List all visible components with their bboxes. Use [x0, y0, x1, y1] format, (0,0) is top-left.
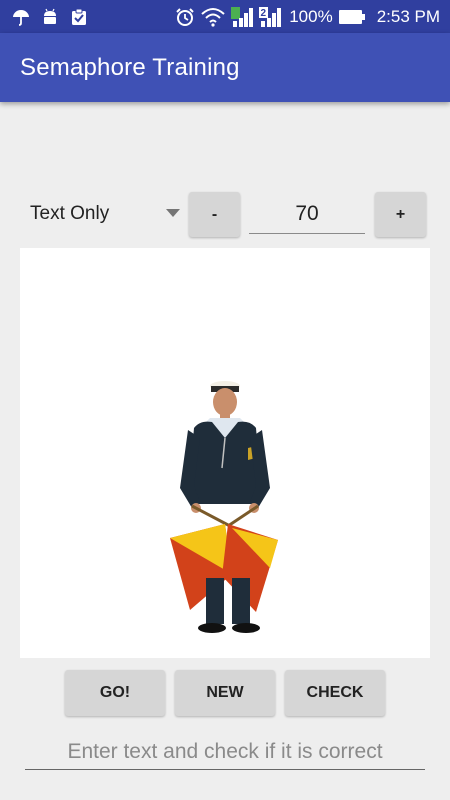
- decrease-button[interactable]: -: [189, 192, 240, 237]
- battery-percent: 100%: [289, 6, 333, 26]
- wifi-icon: [201, 7, 225, 27]
- status-bar: 2 100% 2:53 PM: [0, 0, 450, 33]
- controls-row: Text Only - +: [20, 190, 430, 238]
- mode-spinner-label: Text Only: [30, 203, 110, 224]
- battery-icon: [338, 9, 365, 25]
- check-button[interactable]: CHECK: [285, 670, 385, 716]
- android-icon: [42, 8, 58, 26]
- mode-spinner[interactable]: Text Only: [20, 190, 185, 238]
- app-bar: Semaphore Training: [0, 33, 450, 102]
- semaphore-sailor-figure: [170, 381, 278, 633]
- status-left-icons: [12, 8, 100, 26]
- umbrella-icon: [12, 8, 30, 26]
- clipboard-check-icon: [70, 8, 88, 26]
- app-title: Semaphore Training: [20, 53, 240, 81]
- sim-label: 2: [261, 8, 267, 19]
- answer-input[interactable]: [25, 734, 425, 770]
- go-button[interactable]: GO!: [65, 670, 165, 716]
- signal-icon: [231, 6, 254, 27]
- new-button[interactable]: NEW: [175, 670, 275, 716]
- speed-input[interactable]: [249, 194, 365, 234]
- status-right-icons: 2 100% 2:53 PM: [169, 6, 440, 27]
- sim2-signal-icon: 2: [259, 6, 283, 27]
- increase-button[interactable]: +: [375, 192, 426, 237]
- alarm-icon: [175, 7, 195, 27]
- dropdown-arrow-icon: [166, 209, 180, 217]
- status-time: 2:53 PM: [376, 6, 440, 26]
- semaphore-image-panel: [20, 248, 430, 658]
